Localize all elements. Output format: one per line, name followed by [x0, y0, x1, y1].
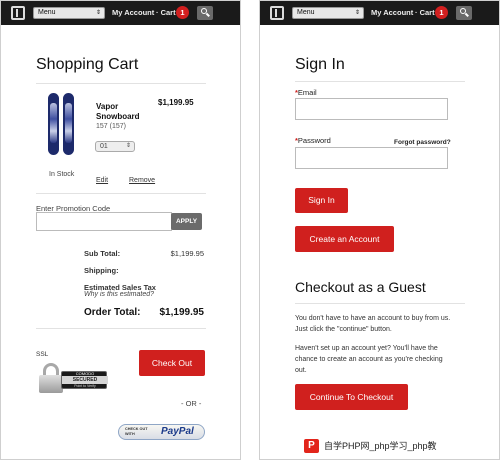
- promo-code-input[interactable]: [36, 212, 172, 231]
- my-account-link[interactable]: My Account: [112, 8, 154, 17]
- apply-promo-button[interactable]: APPLY: [171, 213, 202, 230]
- brand-logo-icon[interactable]: [11, 6, 25, 20]
- forgot-password-link[interactable]: Forgot password?: [394, 139, 451, 146]
- divider: [295, 303, 465, 304]
- dropdown-arrows-icon: ⇕: [125, 143, 131, 149]
- email-label: *Email: [295, 88, 317, 97]
- paypal-logo: PayPal: [161, 426, 194, 437]
- dropdown-arrows-icon: ⇕: [354, 10, 360, 16]
- guest-checkout-heading: Checkout as a Guest: [295, 279, 426, 295]
- create-account-button[interactable]: Create an Account: [295, 226, 394, 252]
- page-title: Sign In: [295, 56, 345, 73]
- email-label-text: Email: [297, 88, 317, 97]
- page-title: Shopping Cart: [36, 56, 139, 73]
- top-nav-bar: Menu ⇕ My Account · Cart 1: [1, 1, 240, 25]
- shipping-label: Shipping:: [84, 266, 119, 275]
- check-out-button[interactable]: Check Out: [139, 350, 205, 376]
- brand-logo-icon[interactable]: [270, 6, 284, 20]
- dropdown-arrows-icon: ⇕: [95, 10, 101, 16]
- divider: [36, 328, 206, 329]
- divider: [295, 81, 465, 82]
- menu-dropdown[interactable]: Menu ⇕: [33, 7, 105, 19]
- divider: [36, 193, 206, 194]
- security-seal[interactable]: COMODO SECURED Point to Verify: [61, 371, 108, 389]
- paypal-caption: CHECK OUT WITH: [125, 427, 148, 436]
- password-label: *Password: [295, 136, 331, 145]
- account-info-text: Haven't set up an account yet? You'll ha…: [295, 345, 443, 374]
- menu-dropdown[interactable]: Menu ⇕: [292, 7, 364, 19]
- watermark-logo: P: [304, 439, 319, 453]
- shopping-cart-screen: Menu ⇕ My Account · Cart 1 Shopping Cart …: [0, 0, 241, 460]
- tax-estimate-link[interactable]: Why is this estimated?: [84, 291, 154, 298]
- edit-item-link[interactable]: Edit: [96, 177, 108, 184]
- password-label-text: Password: [297, 136, 331, 145]
- continue-to-checkout-button[interactable]: Continue To Checkout: [295, 384, 408, 410]
- quantity-value: 01: [100, 143, 108, 150]
- my-account-link[interactable]: My Account: [371, 8, 413, 17]
- order-total-value: $1,199.95: [159, 307, 205, 318]
- order-total-label: Order Total:: [84, 307, 141, 318]
- sign-in-button[interactable]: Sign In: [295, 188, 348, 213]
- seal-ribbon: SECURED: [62, 376, 108, 384]
- search-icon-handle: [206, 12, 210, 17]
- cart-link[interactable]: · Cart: [415, 8, 435, 17]
- cart-count-badge[interactable]: 1: [435, 6, 448, 19]
- product-name[interactable]: Vapor Snowboard: [96, 102, 156, 122]
- product-sku: 157 (157): [96, 123, 126, 130]
- sign-in-screen: Menu ⇕ My Account · Cart 1 Sign In *Email…: [259, 0, 500, 460]
- top-nav-bar: Menu ⇕ My Account · Cart 1: [260, 1, 499, 25]
- snowboard-image-back[interactable]: [63, 93, 74, 155]
- paypal-checkout-button[interactable]: CHECK OUT WITH PayPal: [118, 424, 205, 440]
- email-field[interactable]: [295, 98, 448, 120]
- search-icon-handle: [465, 12, 469, 17]
- cart-count-badge[interactable]: 1: [176, 6, 189, 19]
- remove-item-link[interactable]: Remove: [129, 177, 155, 184]
- search-button[interactable]: [456, 6, 472, 20]
- snowboard-image-front[interactable]: [48, 93, 59, 155]
- ssl-label: SSL: [36, 351, 49, 358]
- menu-dropdown-label: Menu: [38, 9, 56, 16]
- cart-link[interactable]: · Cart: [156, 8, 176, 17]
- search-button[interactable]: [197, 6, 213, 20]
- lock-body: [39, 375, 63, 393]
- guest-info-text: You don't have to have an account to buy…: [295, 315, 451, 333]
- site-watermark: P 自学PHP网_php学习_php教: [300, 436, 496, 456]
- quantity-select[interactable]: 01 ⇕: [95, 141, 135, 152]
- stock-status: In Stock: [49, 171, 75, 178]
- password-field[interactable]: [295, 147, 448, 169]
- watermark-text: 自学PHP网_php学习_php教: [324, 441, 437, 451]
- product-price: $1,199.95: [158, 98, 194, 107]
- subtotal-label: Sub Total:: [84, 249, 121, 258]
- menu-dropdown-label: Menu: [297, 9, 315, 16]
- seal-subtext: Point to Verify: [74, 384, 96, 388]
- subtotal-value: $1,199.95: [170, 249, 204, 258]
- divider: [36, 83, 206, 84]
- or-separator: - OR -: [181, 399, 202, 408]
